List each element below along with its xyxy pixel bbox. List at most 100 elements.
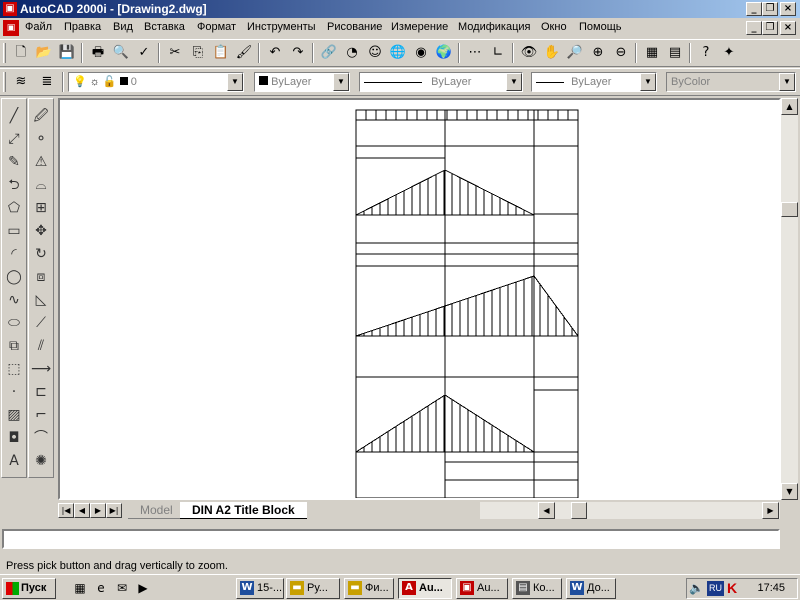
task-button[interactable]: ▤ Ко...	[512, 578, 562, 599]
move-icon[interactable]: ✥	[29, 220, 53, 242]
ucs-icon[interactable]: ∟	[487, 42, 509, 64]
kaspersky-icon[interactable]: K	[727, 580, 737, 596]
scroll-up-icon[interactable]: ▲	[781, 98, 798, 115]
toolbar-grip[interactable]	[3, 72, 6, 92]
construction-line-icon[interactable]: ⤢	[2, 128, 26, 150]
insert-block-icon[interactable]: ⧉	[2, 335, 26, 357]
menu-file[interactable]: Файл	[25, 21, 52, 33]
erase-icon[interactable]: 🖉	[29, 105, 53, 127]
print-icon[interactable]: 🖶	[87, 42, 109, 64]
cut-icon[interactable]: ✂	[164, 42, 186, 64]
scroll-right-icon[interactable]: ▶	[762, 502, 779, 519]
chevron-down-icon[interactable]: ▼	[227, 73, 243, 91]
meet-now-icon[interactable]: ☺	[364, 42, 386, 64]
polygon-icon[interactable]: ⬠	[2, 197, 26, 219]
break-icon[interactable]: ⊏	[29, 381, 53, 403]
hatch-icon[interactable]: ▨	[2, 404, 26, 426]
make-object-layer-current-icon[interactable]: ≣	[36, 71, 58, 93]
outlook-express-icon[interactable]: ✉	[114, 580, 130, 596]
restore-icon[interactable]: ❐	[762, 2, 778, 16]
circle-icon[interactable]: ◯	[2, 266, 26, 288]
zoom-previous-icon[interactable]: ⊖	[610, 42, 632, 64]
menu-draw[interactable]: Рисование	[327, 21, 382, 33]
menu-window[interactable]: Окно	[541, 21, 567, 33]
linetype-select[interactable]: ByLayer ▼	[359, 72, 523, 92]
task-button[interactable]: ▣ Au...	[456, 578, 508, 599]
doc-minimize-icon[interactable]: _	[746, 21, 762, 35]
publish-icon[interactable]: 🌐	[387, 42, 409, 64]
rectangle-icon[interactable]: ▭	[2, 220, 26, 242]
menu-help[interactable]: Помощь	[579, 21, 622, 33]
task-button[interactable]: ▬ Фи...	[344, 578, 394, 599]
scroll-left-icon[interactable]: ◀	[538, 502, 555, 519]
tab-din-a2-title-block[interactable]: DIN A2 Title Block	[180, 502, 307, 519]
chevron-down-icon[interactable]: ▼	[506, 73, 522, 91]
zoom-window-icon[interactable]: ⊕	[587, 42, 609, 64]
make-block-icon[interactable]: ⬚	[2, 358, 26, 380]
mirror-icon[interactable]: ⚠	[29, 151, 53, 173]
show-desktop-icon[interactable]: ▦	[72, 580, 88, 596]
active-assistance-icon[interactable]: ✦	[718, 42, 740, 64]
vertical-scrollbar[interactable]: ▲ ▼	[781, 98, 798, 500]
menu-view[interactable]: Вид	[113, 21, 133, 33]
ellipse-icon[interactable]: ⬭	[2, 312, 26, 334]
color-select[interactable]: ByLayer ▼	[254, 72, 350, 92]
stretch-icon[interactable]: ◺	[29, 289, 53, 311]
plotstyle-select[interactable]: ByColor ▼	[666, 72, 796, 92]
menu-modify[interactable]: Модификация	[458, 21, 531, 33]
media-player-icon[interactable]: ▶	[135, 580, 151, 596]
snap-from-icon[interactable]: ⋯	[464, 42, 486, 64]
fillet-icon[interactable]: ⌒	[29, 427, 53, 449]
pan-icon[interactable]: ✋	[541, 42, 563, 64]
multiline-icon[interactable]: ✎	[2, 151, 26, 173]
help-icon[interactable]: ?	[695, 42, 717, 64]
extend-icon[interactable]: ⟶	[29, 358, 53, 380]
next-tab-icon[interactable]: ▶	[90, 503, 106, 518]
arc-icon[interactable]: ◜	[2, 243, 26, 265]
task-button[interactable]: A Au...	[398, 578, 452, 599]
chevron-down-icon[interactable]: ▼	[640, 73, 656, 91]
menu-format[interactable]: Формат	[197, 21, 236, 33]
line-icon[interactable]: ╱	[2, 105, 26, 127]
tab-model[interactable]: Model	[128, 502, 185, 519]
point-now-icon[interactable]: ◉	[410, 42, 432, 64]
explode-icon[interactable]: ✺	[29, 450, 53, 472]
task-button[interactable]: W До...	[566, 578, 616, 599]
chevron-down-icon[interactable]: ▼	[779, 73, 795, 91]
prev-tab-icon[interactable]: ◀	[74, 503, 90, 518]
minimize-icon[interactable]: _	[746, 2, 762, 16]
array-icon[interactable]: ⊞	[29, 197, 53, 219]
trim-icon[interactable]: ⫽	[29, 335, 53, 357]
properties-icon[interactable]: ▦	[641, 42, 663, 64]
menu-insert[interactable]: Вставка	[144, 21, 185, 33]
spline-icon[interactable]: ∿	[2, 289, 26, 311]
region-icon[interactable]: ◘	[2, 427, 26, 449]
scroll-down-icon[interactable]: ▼	[781, 483, 798, 500]
polyline-icon[interactable]: ⮌	[2, 174, 26, 196]
task-button[interactable]: ▬ Ру...	[286, 578, 340, 599]
task-button[interactable]: W 15-...	[236, 578, 284, 599]
menu-edit[interactable]: Правка	[64, 21, 101, 33]
open-icon[interactable]: 📂	[33, 42, 55, 64]
zoom-realtime-icon[interactable]: 🔎	[564, 42, 586, 64]
horizontal-scrollbar[interactable]: ◀ ▶	[480, 502, 780, 519]
match-properties-icon[interactable]: 🖌	[233, 42, 255, 64]
redo-icon[interactable]: ↷	[287, 42, 309, 64]
doc-close-icon[interactable]: ×	[780, 21, 796, 35]
layer-select[interactable]: 💡 ☼ 🔓 0 ▼	[68, 72, 244, 92]
save-icon[interactable]: 💾	[56, 42, 78, 64]
autocad-icon[interactable]: ▣	[3, 2, 17, 16]
rotate-icon[interactable]: ↻	[29, 243, 53, 265]
menu-dimension[interactable]: Измерение	[391, 21, 448, 33]
scroll-thumb[interactable]	[571, 502, 587, 519]
doc-restore-icon[interactable]: ❐	[762, 21, 778, 35]
today-icon[interactable]: ◔	[341, 42, 363, 64]
spell-check-icon[interactable]: ✓	[133, 42, 155, 64]
lengthen-icon[interactable]: ⟋	[29, 312, 53, 334]
layers-icon[interactable]: ≋	[10, 71, 32, 93]
document-icon[interactable]: ▣	[3, 20, 19, 36]
design-center-icon[interactable]: ▤	[664, 42, 686, 64]
toolbar-grip[interactable]	[3, 43, 6, 63]
scale-icon[interactable]: ⧈	[29, 266, 53, 288]
chevron-down-icon[interactable]: ▼	[333, 73, 349, 91]
